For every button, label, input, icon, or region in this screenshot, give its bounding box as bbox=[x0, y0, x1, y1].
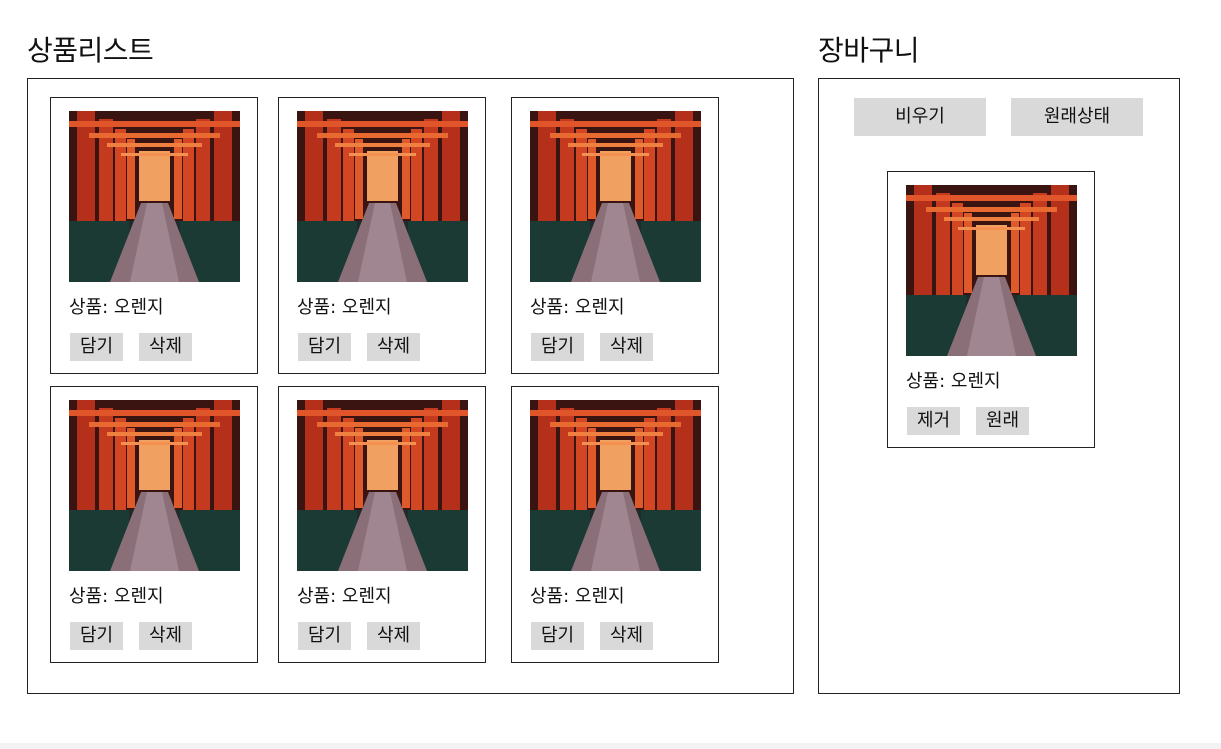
product-list-panel: 상품: 오렌지 담기 삭제 상품: 오렌지 담기 삭제 상품: 오렌지 담기 삭… bbox=[27, 78, 794, 694]
add-to-cart-button[interactable]: 담기 bbox=[531, 333, 584, 361]
add-to-cart-button[interactable]: 담기 bbox=[531, 622, 584, 650]
cart-item-card: 상품: 오렌지 제거 원래 bbox=[887, 171, 1095, 448]
product-card: 상품: 오렌지 담기 삭제 bbox=[278, 386, 486, 663]
add-to-cart-button[interactable]: 담기 bbox=[70, 333, 123, 361]
cart-title: 장바구니 bbox=[818, 34, 920, 67]
product-image bbox=[297, 400, 468, 571]
product-image bbox=[69, 400, 240, 571]
product-image bbox=[297, 111, 468, 282]
product-image bbox=[69, 111, 240, 282]
delete-product-button[interactable]: 삭제 bbox=[367, 333, 420, 361]
cart-item-name: 상품: 오렌지 bbox=[906, 371, 1001, 392]
bottom-scroll-strip bbox=[0, 743, 1221, 749]
page: 상품리스트 장바구니 상품: 오렌지 담기 삭제 상품: 오렌지 담기 삭제 상… bbox=[0, 0, 1221, 749]
add-to-cart-button[interactable]: 담기 bbox=[298, 333, 351, 361]
product-card: 상품: 오렌지 담기 삭제 bbox=[278, 97, 486, 374]
product-image bbox=[530, 400, 701, 571]
delete-product-button[interactable]: 삭제 bbox=[367, 622, 420, 650]
restore-item-button[interactable]: 원래 bbox=[976, 407, 1029, 435]
clear-cart-button[interactable]: 비우기 bbox=[854, 98, 986, 136]
product-name: 상품: 오렌지 bbox=[69, 297, 164, 318]
delete-product-button[interactable]: 삭제 bbox=[139, 333, 192, 361]
product-name: 상품: 오렌지 bbox=[297, 586, 392, 607]
remove-from-cart-button[interactable]: 제거 bbox=[907, 407, 960, 435]
product-card: 상품: 오렌지 담기 삭제 bbox=[50, 97, 258, 374]
delete-product-button[interactable]: 삭제 bbox=[600, 333, 653, 361]
delete-product-button[interactable]: 삭제 bbox=[600, 622, 653, 650]
product-name: 상품: 오렌지 bbox=[530, 586, 625, 607]
product-name: 상품: 오렌지 bbox=[297, 297, 392, 318]
add-to-cart-button[interactable]: 담기 bbox=[298, 622, 351, 650]
reset-cart-button[interactable]: 원래상태 bbox=[1011, 98, 1143, 136]
cart-item-image bbox=[906, 185, 1077, 356]
product-image bbox=[530, 111, 701, 282]
add-to-cart-button[interactable]: 담기 bbox=[70, 622, 123, 650]
delete-product-button[interactable]: 삭제 bbox=[139, 622, 192, 650]
product-list-title: 상품리스트 bbox=[27, 34, 154, 67]
product-card: 상품: 오렌지 담기 삭제 bbox=[50, 386, 258, 663]
product-card: 상품: 오렌지 담기 삭제 bbox=[511, 97, 719, 374]
product-name: 상품: 오렌지 bbox=[530, 297, 625, 318]
product-card: 상품: 오렌지 담기 삭제 bbox=[511, 386, 719, 663]
cart-panel: 비우기 원래상태 상품: 오렌지 제거 원래 bbox=[818, 78, 1180, 694]
product-name: 상품: 오렌지 bbox=[69, 586, 164, 607]
